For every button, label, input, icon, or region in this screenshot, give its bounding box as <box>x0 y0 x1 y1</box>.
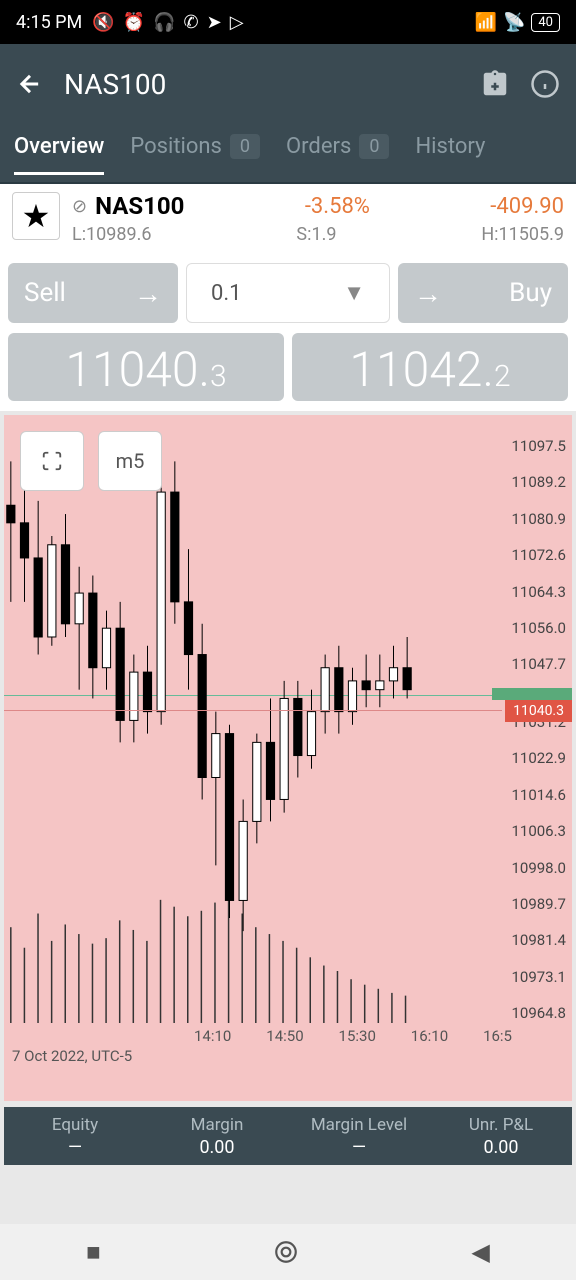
buy-button[interactable]: → Buy <box>398 263 568 323</box>
high-value: H:11505.9 <box>481 224 564 245</box>
tab-orders[interactable]: Orders0 <box>286 134 389 173</box>
chart-date: 7 Oct 2022, UTC-5 <box>12 1047 132 1065</box>
timeframe-button[interactable]: m5 <box>98 431 162 491</box>
account-summary: Equity — Margin 0.00 Margin Level — Unr.… <box>4 1107 572 1165</box>
telegram-icon: ➤ <box>207 12 222 33</box>
trade-bar: Sell → 0.1 ▼ → Buy <box>0 253 576 333</box>
price-change: -409.90 <box>490 194 564 219</box>
alarm-icon: ⏰ <box>123 12 145 33</box>
status-bar: 4:15 PM 🔇 ⏰ 🎧 ✆ ➤ ▷ 📶 📡 40 <box>0 0 576 44</box>
margin-col: Margin 0.00 <box>146 1107 288 1165</box>
bid-marker: 11040.3 <box>505 700 572 722</box>
app-header: NAS100 <box>0 44 576 124</box>
bid-line <box>4 710 502 711</box>
x-axis: 14:1014:5015:3016:1016:5 <box>4 1027 572 1045</box>
sell-button[interactable]: Sell → <box>8 263 178 323</box>
home-button[interactable] <box>273 1239 299 1265</box>
equity-col: Equity — <box>4 1107 146 1165</box>
back-button[interactable] <box>16 70 44 98</box>
wifi-icon: 📡 <box>503 12 525 33</box>
upnl-col: Unr. P&L 0.00 <box>430 1107 572 1165</box>
tabs: Overview Positions0 Orders0 History <box>0 124 576 184</box>
fullscreen-button[interactable] <box>20 431 84 491</box>
low-value: L:10989.6 <box>72 224 152 245</box>
whatsapp-icon: ✆ <box>184 12 199 33</box>
symbol-info-bar: ★ ⊘ NAS100 -3.58% -409.90 L:10989.6 S:1.… <box>0 184 576 253</box>
arrow-right-icon: → <box>414 277 442 310</box>
info-icon[interactable] <box>530 69 560 99</box>
battery-icon: 40 <box>531 13 560 32</box>
tab-positions[interactable]: Positions0 <box>130 134 260 173</box>
spread-value: S:1.9 <box>296 224 336 245</box>
status-icons-left: 🔇 ⏰ 🎧 ✆ ➤ ▷ <box>92 12 243 33</box>
symbol-name: NAS100 <box>95 192 184 220</box>
page-title: NAS100 <box>64 68 460 101</box>
chevron-down-icon: ▼ <box>343 280 365 306</box>
buy-price[interactable]: 11042.2 <box>292 333 568 401</box>
status-time: 4:15 PM <box>16 12 82 33</box>
candlestick-chart <box>4 435 496 1023</box>
arrow-right-icon: → <box>134 277 162 310</box>
clipboard-add-icon[interactable] <box>480 69 510 99</box>
tab-history[interactable]: History <box>415 134 485 173</box>
mute-icon: 🔇 <box>92 12 114 33</box>
recent-apps-button[interactable]: ■ <box>86 1238 101 1267</box>
ask-marker <box>492 688 572 700</box>
price-quotes: 11040.3 11042.2 <box>0 333 576 411</box>
android-nav-bar: ■ ◀ <box>0 1224 576 1280</box>
no-trade-icon: ⊘ <box>72 196 87 217</box>
signal-icon: 📶 <box>475 12 497 33</box>
tab-overview[interactable]: Overview <box>14 134 104 173</box>
play-icon: ▷ <box>230 12 244 33</box>
sell-price[interactable]: 11040.3 <box>8 333 284 401</box>
chart-area[interactable]: m5 11097.511089.211080.911072.611064.311… <box>4 415 572 1101</box>
favorite-button[interactable]: ★ <box>12 192 60 240</box>
margin-level-col: Margin Level — <box>288 1107 430 1165</box>
volume-select[interactable]: 0.1 ▼ <box>186 263 390 323</box>
headphones-icon: 🎧 <box>153 12 175 33</box>
back-nav-button[interactable]: ◀ <box>471 1238 489 1266</box>
y-axis: 11097.511089.211080.911072.611064.311056… <box>506 439 566 1021</box>
percent-change: -3.58% <box>305 194 370 219</box>
